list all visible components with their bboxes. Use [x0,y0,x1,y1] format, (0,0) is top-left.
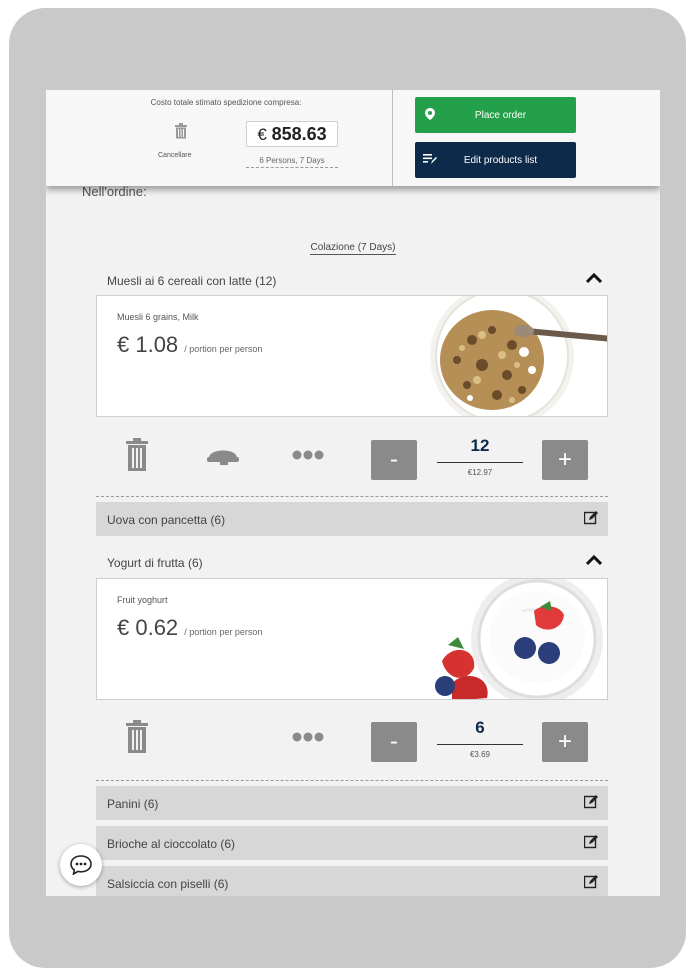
total-cost-label: Costo totale stimato spedizione compresa… [150,98,302,107]
more-options-icon[interactable] [292,450,324,460]
item-title: Salsiccia con piselli (6) [107,877,229,891]
price-value: € 0.62 [117,615,179,640]
chat-button[interactable] [60,844,102,886]
chat-bubble-icon [70,855,92,875]
quantity-subtotal: €12.97 [467,468,493,477]
yogurt-bowl-image [435,579,603,699]
item-title: Brioche al cioccolato (6) [107,837,236,851]
quantity-value[interactable]: 12 [437,436,523,456]
edit-products-label: Edit products list [463,154,538,166]
place-order-label: Place order [474,109,527,121]
item-title: Yogurt di frutta (6) [107,556,203,570]
item-controls-muesli: - 12 €12.97 + [96,428,608,484]
product-price: € 1.08 / portion per person [117,332,262,358]
increase-button[interactable]: + [542,440,588,480]
place-order-button[interactable]: Place order [415,97,576,133]
quantity-underline [437,744,523,745]
persons-days-link[interactable]: 6 Persons, 7 Days [246,156,338,168]
product-description: Muesli 6 grains, Milk [117,312,199,322]
chevron-up-icon[interactable] [586,272,602,284]
chef-hat-icon[interactable] [206,444,240,466]
quantity-value[interactable]: 6 [437,718,523,738]
item-header-yogurt[interactable]: Yogurt di frutta (6) [96,552,608,574]
edit-list-icon [415,153,445,168]
edit-icon[interactable] [584,835,598,849]
product-card-yogurt: Fruit yoghurt € 0.62 / portion per perso… [96,578,608,700]
item-collapsed-brioche[interactable]: Brioche al cioccolato (6) [96,826,608,860]
item-collapsed-uova[interactable]: Uova con pancetta (6) [96,502,608,536]
edit-icon[interactable] [584,875,598,889]
item-header-muesli[interactable]: Muesli ai 6 cereali con latte (12) [96,270,608,292]
decrease-button[interactable]: - [371,440,417,480]
location-pin-icon [415,107,445,123]
quantity-underline [437,462,523,463]
price-unit: / portion per person [184,627,263,637]
total-currency: € [257,125,267,144]
item-collapsed-salsiccia[interactable]: Salsiccia con piselli (6) [96,866,608,896]
item-collapsed-panini[interactable]: Panini (6) [96,786,608,820]
increase-button[interactable]: + [542,722,588,762]
app-screen: Nell'ordine: Costo totale stimato spediz… [46,90,660,896]
trash-icon[interactable] [174,123,188,139]
price-unit: / portion per person [184,344,263,354]
cancel-label[interactable]: Cancellare [158,152,191,159]
trash-icon[interactable] [124,438,150,472]
header-divider [392,90,393,186]
section-title[interactable]: Colazione (7 Days) [46,242,660,255]
chevron-up-icon[interactable] [586,554,602,566]
item-title: Muesli ai 6 cereali con latte (12) [107,274,277,288]
decrease-button[interactable]: - [371,722,417,762]
item-title: Panini (6) [107,797,159,811]
item-title: Uova con pancetta (6) [107,513,226,527]
price-value: € 1.08 [117,332,179,357]
item-controls-yogurt: - 6 €3.69 + [96,710,608,766]
edit-icon[interactable] [584,795,598,809]
total-value: 858.63 [271,124,327,144]
product-description: Fruit yoghurt [117,595,168,605]
edit-icon[interactable] [584,511,598,525]
product-price: € 0.62 / portion per person [117,615,262,641]
item-separator [96,496,608,497]
muesli-bowl-image [430,296,607,416]
quantity-subtotal: €3.69 [469,750,491,759]
more-options-icon[interactable] [292,732,324,742]
edit-products-button[interactable]: Edit products list [415,142,576,178]
item-separator [96,780,608,781]
product-card-muesli: Muesli 6 grains, Milk € 1.08 / portion p… [96,295,608,417]
trash-icon[interactable] [124,720,150,754]
order-summary-bar: Costo totale stimato spedizione compresa… [46,90,660,186]
total-cost-box: € 858.63 [246,121,338,147]
section-title-text[interactable]: Colazione (7 Days) [310,242,396,255]
order-intro-text: Nell'ordine: [82,184,147,199]
